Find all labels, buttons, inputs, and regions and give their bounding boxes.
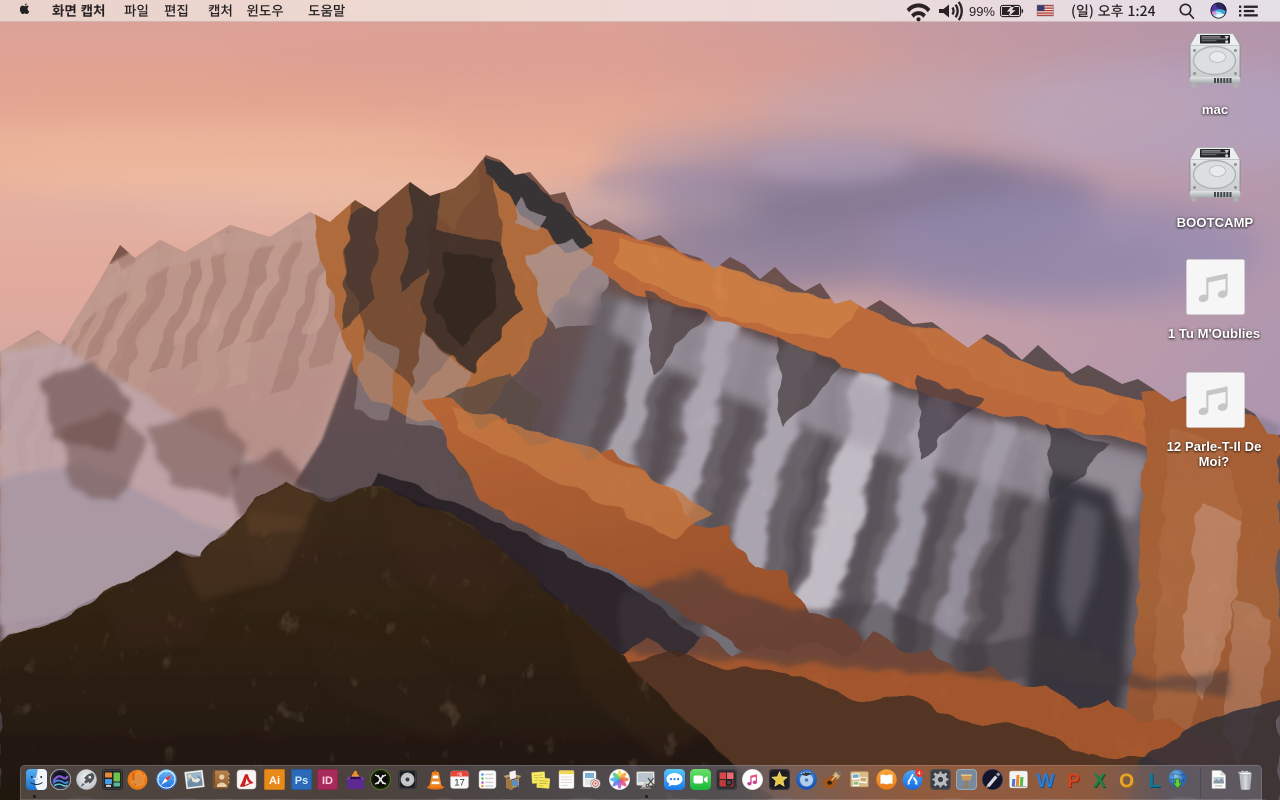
svg-text:ID: ID — [322, 775, 333, 787]
svg-text:W: W — [1037, 771, 1055, 791]
svg-text:Ai: Ai — [269, 775, 280, 787]
svg-text:Ps: Ps — [295, 775, 308, 787]
svg-text:17: 17 — [454, 778, 465, 789]
svg-text:P: P — [1067, 771, 1080, 791]
svg-text:99%: 99% — [969, 4, 995, 19]
svg-text:7월: 7월 — [457, 772, 462, 777]
svg-text:4: 4 — [917, 771, 920, 777]
svg-text:L: L — [1149, 771, 1161, 791]
svg-text:O: O — [1119, 771, 1134, 791]
svg-text:X: X — [1093, 771, 1106, 791]
